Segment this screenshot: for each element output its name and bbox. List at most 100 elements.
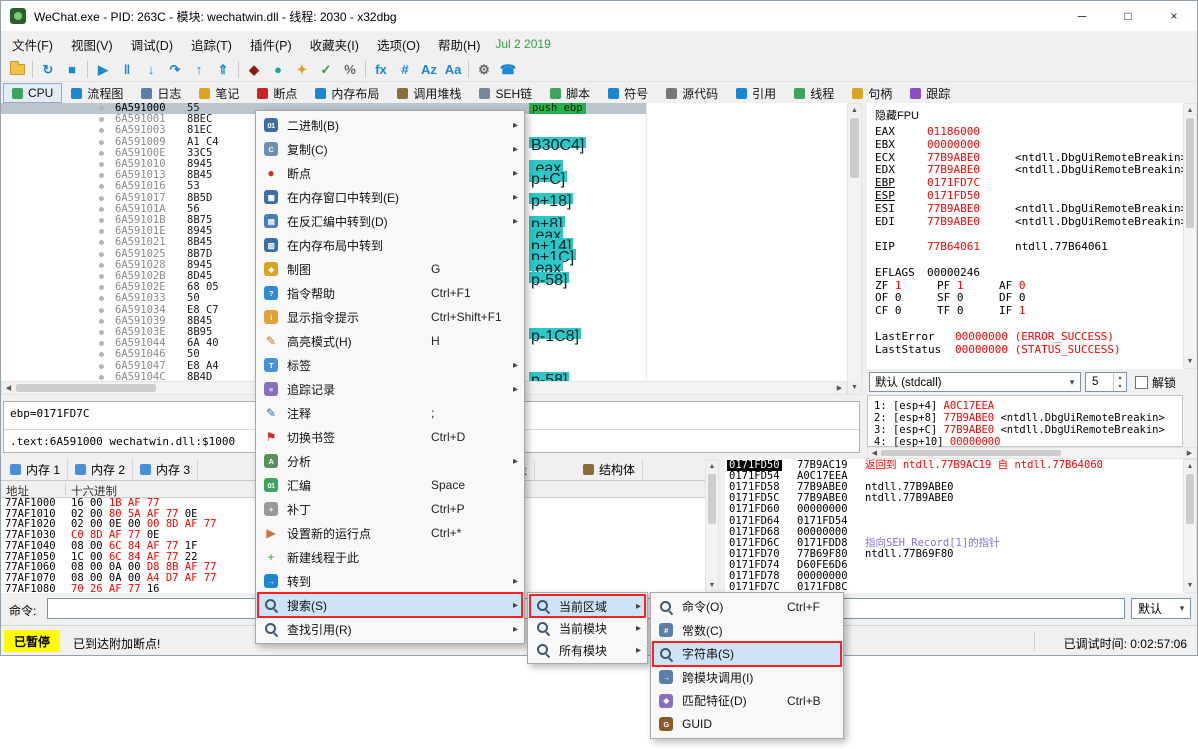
menubar-item[interactable]: 收藏夹(I): [301, 31, 368, 58]
register-line[interactable]: ECX77B9ABE0<ntdll.DbgUiRemoteBreakin>: [875, 151, 1181, 164]
tab-notes[interactable]: 笔记: [190, 83, 248, 103]
phone-icon[interactable]: ☎: [496, 58, 520, 80]
menubar-item[interactable]: 选项(O): [368, 31, 429, 58]
hide-fpu-button[interactable]: 隐藏FPU: [875, 107, 919, 123]
menu-item-find-references[interactable]: 查找引用(R)▸: [256, 617, 524, 641]
settings-gear-icon[interactable]: ⚙: [472, 58, 496, 80]
check-icon[interactable]: ✓: [314, 58, 338, 80]
open-file-icon[interactable]: [5, 58, 29, 80]
menu-item-show-mnemonic-brief[interactable]: i显示指令提示Ctrl+Shift+F1: [256, 305, 524, 329]
breakpoint-dot[interactable]: [99, 352, 104, 357]
spinner-down-icon[interactable]: ▼: [1114, 382, 1126, 391]
breakpoint-dot[interactable]: [99, 240, 104, 245]
stack-row[interactable]: 0171FD5C77B9ABE0ntdll.77B9ABE0: [725, 493, 1183, 504]
registers-pane[interactable]: 隐藏FPU EAX01186000EBX00000000ECX77B9ABE0<…: [867, 103, 1183, 369]
menu-item-binary[interactable]: 01二进制(B)▸: [256, 113, 524, 137]
scroll-thumb[interactable]: [881, 450, 1061, 456]
bottom-tab-struct[interactable]: 结构体: [576, 459, 643, 480]
register-line[interactable]: ESI77B9ABE0<ntdll.DbgUiRemoteBreakin>: [875, 202, 1181, 215]
stack-row[interactable]: 0171FD74D60FE6D6: [725, 560, 1183, 571]
menu-item-instruction-help[interactable]: ?指令帮助Ctrl+F1: [256, 281, 524, 305]
stack-row[interactable]: 0171FD7800000000: [725, 571, 1183, 582]
tab-handles[interactable]: 句柄: [843, 83, 901, 103]
register-line[interactable]: ZF 1PF 1AF 0: [875, 279, 1181, 292]
bottom-tab-memory-3[interactable]: 内存 3: [133, 459, 198, 480]
scroll-up-icon[interactable]: ▲: [706, 460, 718, 473]
scroll-left-icon[interactable]: ◀: [868, 448, 881, 458]
tab-trace[interactable]: 跟踪: [901, 83, 959, 103]
menu-item-follow-in-disassembler[interactable]: ▤在反汇编中转到(D)▸: [256, 209, 524, 233]
argument-line[interactable]: 3: [esp+C] 77B9ABE0 <ntdll.DbgUiRemoteBr…: [874, 424, 1165, 436]
scroll-up-icon[interactable]: ▲: [1184, 104, 1196, 117]
breakpoint-dot[interactable]: [99, 252, 104, 257]
menu-item-analysis[interactable]: A分析▸: [256, 449, 524, 473]
pause-icon[interactable]: ‖: [115, 58, 139, 80]
register-line[interactable]: EBX00000000: [875, 138, 1181, 151]
scroll-left-icon[interactable]: ◀: [2, 382, 15, 394]
breakpoint-dot[interactable]: [99, 319, 104, 324]
stack-pane[interactable]: 0171FD5077B9AC19返回到 ntdll.77B9AC19 自 ntd…: [725, 459, 1183, 593]
hash-icon[interactable]: #: [393, 58, 417, 80]
breakpoint-dot[interactable]: [99, 341, 104, 346]
scroll-right-icon[interactable]: ▶: [833, 382, 846, 394]
register-line[interactable]: LastError00000000 (ERROR_SUCCESS): [875, 330, 1181, 343]
scroll-down-icon[interactable]: ▼: [1184, 355, 1196, 368]
tab-breakpoints[interactable]: 断点: [248, 83, 306, 103]
step-into-icon[interactable]: ↓: [139, 58, 163, 80]
menu-item-current-region[interactable]: 当前区域▸: [528, 595, 647, 617]
tab-references[interactable]: 引用: [727, 83, 785, 103]
breakpoint-dot[interactable]: [99, 285, 104, 290]
menu-item-highlighting-mode[interactable]: ✎高亮模式(H)H: [256, 329, 524, 353]
command-profile-select[interactable]: 默认 ▾: [1131, 598, 1191, 619]
tab-flow-graph[interactable]: 流程图: [62, 83, 132, 103]
scroll-thumb[interactable]: [1186, 474, 1194, 524]
menu-item-copy[interactable]: C复制(C)▸: [256, 137, 524, 161]
scroll-thumb[interactable]: [850, 118, 859, 178]
scroll-up-icon[interactable]: ▲: [848, 104, 861, 117]
checkbox-box[interactable]: [1135, 376, 1148, 389]
restart-icon[interactable]: ↻: [36, 58, 60, 80]
menu-item-string[interactable]: 字符串(S): [651, 642, 843, 666]
register-line[interactable]: CF 0TF 0IF 1: [875, 304, 1181, 317]
breakpoint-dot[interactable]: [99, 106, 104, 111]
menu-item-all-modules[interactable]: 所有模块▸: [528, 639, 647, 661]
breakpoint-dot[interactable]: [99, 364, 104, 369]
stack-row[interactable]: 0171FD54A0C17EEA: [725, 471, 1183, 482]
breakpoint-dot[interactable]: [99, 263, 104, 268]
scroll-down-icon[interactable]: ▼: [706, 579, 718, 592]
scroll-down-icon[interactable]: ▼: [848, 381, 861, 394]
menu-item-breakpoint[interactable]: ●断点▸: [256, 161, 524, 185]
percent-icon[interactable]: %: [338, 58, 362, 80]
tab-threads[interactable]: 线程: [785, 83, 843, 103]
register-line[interactable]: LastStatus00000000 (STATUS_SUCCESS): [875, 343, 1181, 356]
menu-item-constant[interactable]: #常数(C): [651, 619, 843, 643]
scroll-thumb[interactable]: [708, 474, 716, 524]
breakpoint-dot[interactable]: [99, 173, 104, 178]
maximize-button[interactable]: □: [1105, 1, 1151, 31]
breakpoint-dot[interactable]: [99, 128, 104, 133]
menu-item-patch[interactable]: +补丁Ctrl+P: [256, 497, 524, 521]
menu-item-current-module[interactable]: 当前模块▸: [528, 617, 647, 639]
minimize-button[interactable]: ─: [1059, 1, 1105, 31]
breakpoint-dot[interactable]: [99, 229, 104, 234]
scroll-right-icon[interactable]: ▶: [1183, 448, 1196, 458]
step-over-icon[interactable]: ↷: [163, 58, 187, 80]
register-line[interactable]: EFLAGS00000246: [875, 266, 1181, 279]
register-line[interactable]: EBP0171FD7C: [875, 176, 1181, 189]
register-line[interactable]: EDI77B9ABE0<ntdll.DbgUiRemoteBreakin>: [875, 215, 1181, 228]
tab-call-stack[interactable]: 调用堆栈: [388, 83, 470, 103]
bottom-tab-memory-1[interactable]: 内存 1: [3, 459, 68, 480]
stack-row[interactable]: 0171FD5877B9ABE0ntdll.77B9ABE0: [725, 482, 1183, 493]
register-line[interactable]: ESP0171FD50: [875, 189, 1181, 202]
scroll-down-icon[interactable]: ▼: [1184, 579, 1196, 592]
menu-item-follow-in-memory-map[interactable]: ▥在内存布局中转到: [256, 233, 524, 257]
arguments-pane[interactable]: 1: [esp+4] A0C17EEA2: [esp+8] 77B9ABE0 <…: [867, 395, 1183, 447]
stack-row[interactable]: 0171FD6000000000: [725, 504, 1183, 515]
run-to-user-code-icon[interactable]: ⇑: [211, 58, 235, 80]
tab-cpu[interactable]: CPU: [3, 83, 62, 103]
tab-memory-map[interactable]: 内存布局: [306, 83, 388, 103]
disasm-vertical-scrollbar[interactable]: ▲▼: [847, 103, 862, 395]
animate-icon[interactable]: ◆: [242, 58, 266, 80]
menu-item-follow-in-memory-window[interactable]: ▦在内存窗口中转到(E)▸: [256, 185, 524, 209]
breakpoint-dot[interactable]: [99, 162, 104, 167]
